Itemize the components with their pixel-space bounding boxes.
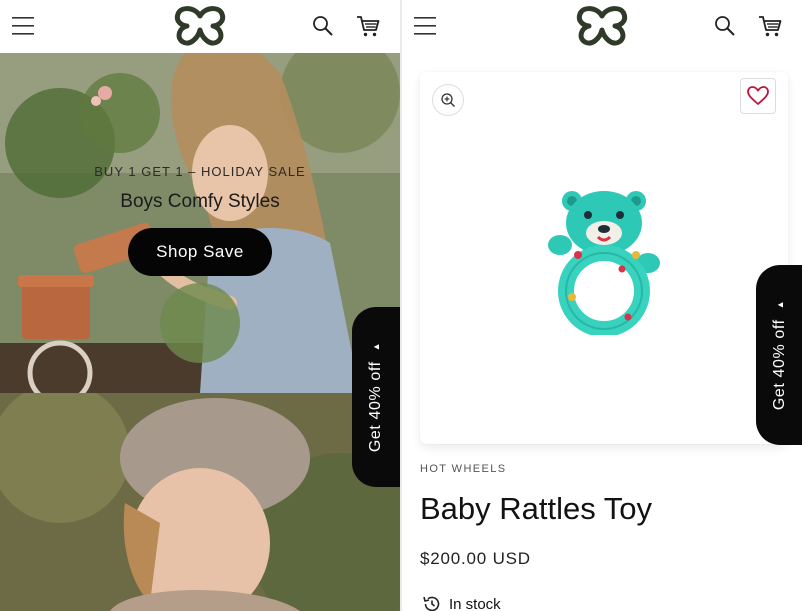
stock-label: In stock (449, 595, 501, 611)
product-media-card (420, 72, 788, 444)
promo-label-left: Get 40% off ▲ (367, 342, 385, 452)
cart-icon[interactable] (355, 13, 381, 39)
wishlist-button[interactable] (740, 78, 776, 114)
butterfly-logo-icon[interactable] (173, 6, 227, 46)
search-icon[interactable] (713, 14, 737, 38)
promo-tab-left[interactable]: Get 40% off ▲ (352, 307, 400, 487)
zoom-button[interactable] (432, 84, 464, 116)
shop-save-button[interactable]: Shop Save (128, 228, 272, 276)
hero-eyebrow: BUY 1 GET 1 – HOLIDAY SALE (94, 164, 306, 179)
hero-banner: BUY 1 GET 1 – HOLIDAY SALE Boys Comfy St… (0, 53, 400, 393)
cart-icon[interactable] (757, 13, 783, 39)
zoom-in-icon (441, 93, 455, 107)
heart-icon (747, 86, 769, 105)
site-header (0, 0, 400, 53)
butterfly-logo-icon[interactable] (575, 6, 629, 46)
product-price: $200.00 USD (420, 549, 531, 568)
caret-up-icon: ▲ (775, 299, 785, 310)
caret-up-icon: ▲ (371, 341, 381, 352)
child-photo (0, 393, 400, 611)
hero-photo (0, 53, 400, 393)
left-phone-view: BUY 1 GET 1 – HOLIDAY SALE Boys Comfy St… (0, 0, 400, 611)
hamburger-menu-icon[interactable] (12, 16, 36, 36)
product-title: Baby Rattles Toy (420, 491, 653, 526)
right-phone-view: HOT WHEELS Baby Rattles Toy $200.00 USD … (402, 0, 802, 611)
hero-title: Boys Comfy Styles (120, 191, 280, 212)
promo-text: Get 40% off (771, 319, 788, 411)
site-header-right (402, 0, 802, 53)
search-icon[interactable] (311, 14, 335, 38)
secondary-photo (0, 393, 400, 611)
promo-tab-right[interactable]: Get 40% off ▲ (756, 265, 802, 445)
promo-label-right: Get 40% off ▲ (771, 300, 789, 410)
stock-status: In stock (422, 594, 501, 611)
history-clock-icon (423, 596, 440, 611)
baby-rattle-toy-image (548, 191, 660, 335)
product-brand[interactable]: HOT WHEELS (420, 463, 507, 475)
promo-text: Get 40% off (367, 361, 384, 453)
hamburger-menu-icon[interactable] (414, 16, 438, 36)
